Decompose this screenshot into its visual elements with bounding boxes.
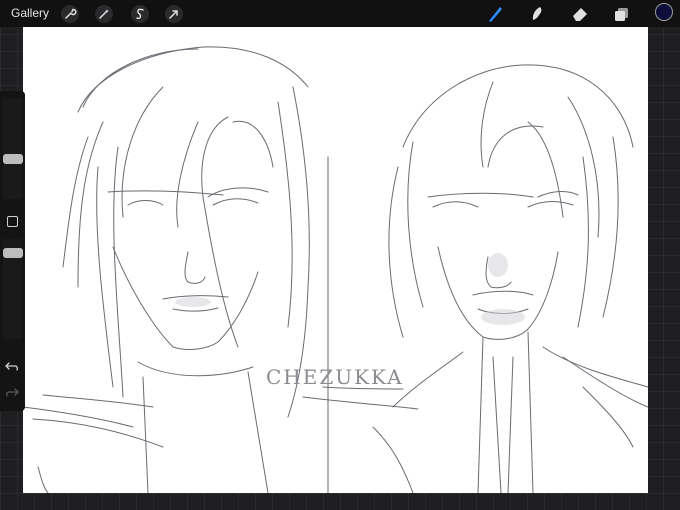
top-toolbar: Gallery (0, 0, 680, 27)
drawing-canvas[interactable]: CHEZUKKA (23, 27, 648, 493)
selection-s-icon[interactable] (130, 4, 150, 24)
modify-square-icon[interactable] (7, 216, 18, 227)
left-sidebar (0, 91, 25, 411)
wrench-icon[interactable] (60, 4, 80, 24)
redo-icon[interactable] (5, 385, 19, 397)
brush-size-slider-thumb[interactable] (3, 154, 23, 164)
arrow-cursor-icon[interactable] (164, 4, 184, 24)
gallery-button[interactable]: Gallery (11, 6, 49, 20)
sketch-artwork (23, 46, 648, 493)
magic-wand-icon[interactable] (94, 4, 114, 24)
layers-icon[interactable] (612, 4, 632, 24)
brush-icon[interactable] (485, 4, 505, 24)
smudge-icon[interactable] (527, 4, 547, 24)
color-swatch[interactable] (655, 3, 673, 21)
undo-icon[interactable] (5, 359, 19, 371)
watermark-text: CHEZUKKA (266, 365, 404, 389)
eraser-icon[interactable] (570, 4, 590, 24)
brush-size-slider[interactable] (3, 99, 22, 199)
opacity-slider-thumb[interactable] (3, 248, 23, 258)
